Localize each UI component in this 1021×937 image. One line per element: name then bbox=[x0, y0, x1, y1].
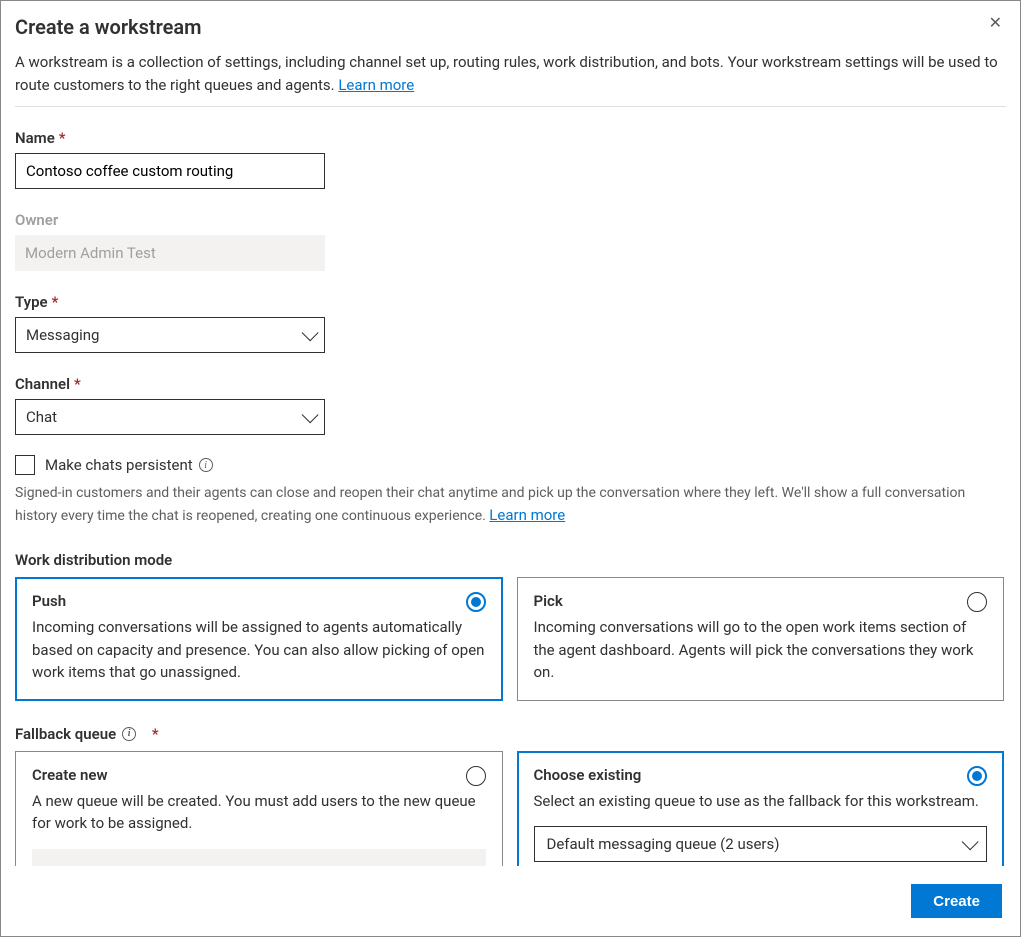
create-new-input bbox=[32, 849, 486, 867]
page-title: Create a workstream bbox=[15, 15, 201, 39]
work-dist-push-card[interactable]: Push Incoming conversations will be assi… bbox=[15, 577, 503, 701]
choose-existing-title: Choose existing bbox=[534, 766, 642, 784]
channel-label: Channel * bbox=[15, 375, 1004, 393]
channel-select[interactable]: Chat bbox=[15, 399, 325, 435]
chevron-down-icon bbox=[962, 833, 979, 850]
info-icon[interactable]: i bbox=[199, 458, 213, 472]
required-indicator: * bbox=[59, 129, 66, 147]
learn-more-link[interactable]: Learn more bbox=[489, 506, 565, 524]
create-button[interactable]: Create bbox=[911, 884, 1002, 918]
info-icon[interactable]: i bbox=[122, 727, 136, 741]
choose-existing-select[interactable]: Default messaging queue (2 users) bbox=[534, 826, 988, 862]
type-select[interactable]: Messaging bbox=[15, 317, 325, 353]
push-title: Push bbox=[32, 592, 66, 610]
create-workstream-panel: Create a workstream ✕ A workstream is a … bbox=[0, 0, 1021, 937]
push-radio[interactable] bbox=[466, 592, 486, 612]
page-description: A workstream is a collection of settings… bbox=[15, 51, 1006, 107]
owner-readonly: Modern Admin Test bbox=[15, 235, 325, 271]
pick-title: Pick bbox=[534, 592, 563, 610]
create-new-title: Create new bbox=[32, 766, 108, 784]
close-icon[interactable]: ✕ bbox=[985, 15, 1006, 31]
required-indicator: * bbox=[52, 293, 59, 311]
chevron-down-icon bbox=[302, 406, 319, 423]
name-input[interactable] bbox=[15, 153, 325, 189]
persistent-label: Make chats persistent i bbox=[45, 456, 213, 474]
chevron-down-icon bbox=[302, 324, 319, 341]
pick-radio[interactable] bbox=[967, 592, 987, 612]
fallback-choose-card[interactable]: Choose existing Select an existing queue… bbox=[517, 751, 1005, 867]
create-new-radio[interactable] bbox=[466, 766, 486, 786]
owner-label: Owner bbox=[15, 211, 1004, 229]
fallback-label: Fallback queue i * bbox=[15, 725, 1004, 743]
persistent-checkbox[interactable] bbox=[15, 455, 35, 475]
type-label: Type * bbox=[15, 293, 1004, 311]
work-dist-label: Work distribution mode bbox=[15, 551, 1004, 569]
required-indicator: * bbox=[74, 375, 81, 393]
choose-existing-desc: Select an existing queue to use as the f… bbox=[534, 790, 988, 813]
learn-more-link[interactable]: Learn more bbox=[338, 76, 414, 94]
pick-desc: Incoming conversations will go to the op… bbox=[534, 616, 988, 684]
work-dist-pick-card[interactable]: Pick Incoming conversations will go to t… bbox=[517, 577, 1005, 701]
persistent-helper: Signed-in customers and their agents can… bbox=[15, 483, 1004, 527]
choose-existing-radio[interactable] bbox=[967, 766, 987, 786]
create-new-desc: A new queue will be created. You must ad… bbox=[32, 790, 486, 835]
name-label: Name * bbox=[15, 129, 1004, 147]
required-indicator: * bbox=[152, 725, 159, 743]
fallback-create-card[interactable]: Create new A new queue will be created. … bbox=[15, 751, 503, 867]
push-desc: Incoming conversations will be assigned … bbox=[32, 616, 486, 684]
